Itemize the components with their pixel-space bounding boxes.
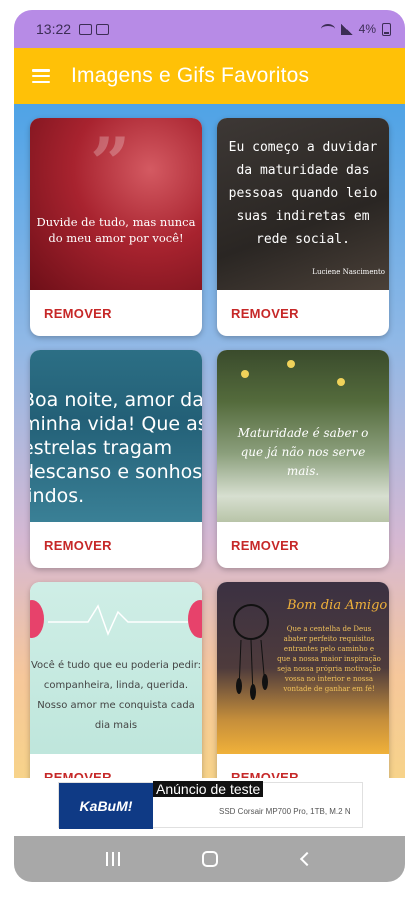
ad-logo-text: KaBuM! (79, 798, 133, 814)
app-title: Imagens e Gifs Favoritos (71, 64, 310, 87)
image-text: Maturidade é saber o que já não nos serv… (237, 426, 369, 478)
favorite-image[interactable]: Boa noite, amor da minha vida! Que as es… (30, 350, 202, 522)
card-actions: REMOVER (30, 754, 202, 779)
flower-decoration (337, 378, 345, 386)
recent-apps-icon (105, 852, 120, 866)
flower-decoration (287, 360, 295, 368)
card-actions: REMOVER (217, 290, 389, 336)
flower-decoration (241, 370, 249, 378)
status-right: 4% (320, 22, 391, 36)
remove-button[interactable]: REMOVER (44, 306, 112, 321)
card-actions: REMOVER (30, 522, 202, 568)
gallery-icon (79, 23, 93, 35)
card-actions: REMOVER (30, 290, 202, 336)
favorite-card: Você é tudo que eu poderia pedir: compan… (30, 582, 202, 778)
notification-icon (96, 23, 110, 35)
image-title: Bom dia Amigo (287, 598, 388, 613)
heart-icon (188, 600, 202, 638)
heart-icon (30, 600, 44, 638)
remove-button[interactable]: REMOVER (231, 306, 299, 321)
favorite-image[interactable]: ” Duvide de tudo, mas nunca do meu amor … (30, 118, 202, 290)
favorite-image[interactable]: Você é tudo que eu poderia pedir: compan… (30, 582, 202, 754)
remove-button[interactable]: REMOVER (44, 538, 112, 553)
home-icon (201, 851, 218, 867)
favorites-grid[interactable]: ” Duvide de tudo, mas nunca do meu amor … (14, 104, 405, 778)
ad-description: SSD Corsair MP700 Pro, 1TB, M.2 N (219, 807, 351, 816)
favorite-card: Boa noite, amor da minha vida! Que as es… (30, 350, 202, 568)
battery-icon (382, 22, 391, 36)
ad-label: Anúncio de teste (153, 781, 264, 797)
ad-banner[interactable]: KaBuM! Anúncio de teste SSD Corsair MP70… (58, 781, 363, 829)
back-button[interactable] (295, 849, 319, 869)
wifi-icon (320, 24, 335, 34)
image-text: Que a centelha de Deus abater perfeito r… (277, 625, 381, 693)
remove-button[interactable]: REMOVER (44, 770, 112, 779)
status-notification-icons (79, 23, 110, 35)
heartbeat-icon (48, 604, 188, 636)
menu-icon[interactable] (32, 69, 50, 83)
ad-container: KaBuM! Anúncio de teste SSD Corsair MP70… (14, 778, 405, 836)
recent-apps-button[interactable] (101, 849, 125, 869)
image-signature: Luciene Nascimento (312, 268, 385, 276)
app-bar: Imagens e Gifs Favoritos (14, 48, 405, 104)
ad-logo: KaBuM! (59, 783, 153, 829)
image-text: Você é tudo que eu poderia pedir: compan… (30, 660, 202, 731)
back-icon (299, 851, 314, 867)
image-text: Duvide de tudo, mas nunca do meu amor po… (36, 215, 196, 245)
image-text: Eu começo a duvidar da maturidade das pe… (228, 140, 378, 247)
remove-button[interactable]: REMOVER (231, 538, 299, 553)
dreamcatcher-icon (233, 604, 269, 640)
favorite-image[interactable]: Bom dia Amigo Que a centelha de Deus aba… (217, 582, 389, 754)
favorite-card: Eu começo a duvidar da maturidade das pe… (217, 118, 389, 336)
battery-percent: 4% (358, 22, 376, 36)
signal-icon (340, 23, 353, 35)
favorite-image[interactable]: Eu começo a duvidar da maturidade das pe… (217, 118, 389, 290)
favorite-card: Maturidade é saber o que já não nos serv… (217, 350, 389, 568)
card-actions: REMOVER (217, 522, 389, 568)
status-bar: 13:22 4% (14, 10, 405, 48)
favorite-card: Bom dia Amigo Que a centelha de Deus aba… (217, 582, 389, 778)
favorite-card: ” Duvide de tudo, mas nunca do meu amor … (30, 118, 202, 336)
navigation-bar (14, 836, 405, 882)
feather-icon (236, 640, 268, 700)
phone-screen: 13:22 4% Imagens e Gifs Favoritos ” Duvi… (14, 10, 405, 882)
favorite-image[interactable]: Maturidade é saber o que já não nos serv… (217, 350, 389, 522)
card-actions: REMOVER (217, 754, 389, 779)
home-button[interactable] (198, 849, 222, 869)
remove-button[interactable]: REMOVER (231, 770, 299, 779)
image-text: Boa noite, amor da minha vida! Que as es… (30, 389, 202, 507)
status-time: 13:22 (36, 21, 72, 37)
quote-icon: ” (90, 122, 131, 205)
